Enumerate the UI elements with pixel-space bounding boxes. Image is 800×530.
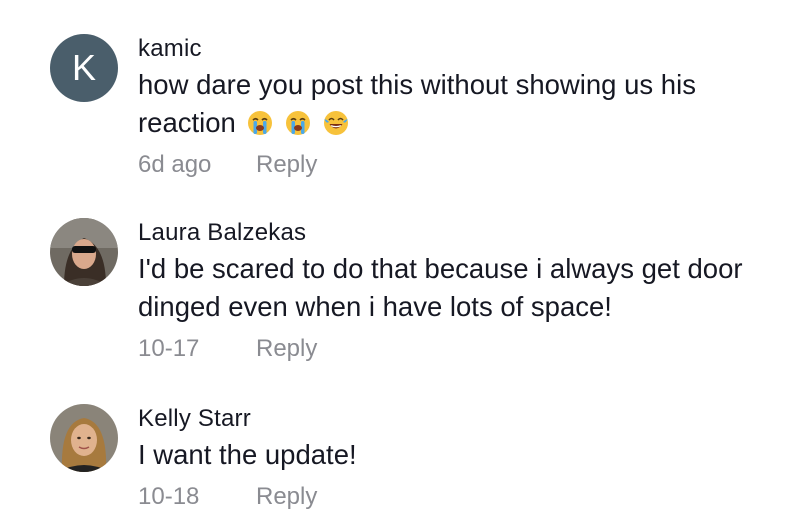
avatar[interactable] <box>50 218 118 286</box>
reply-button[interactable]: Reply <box>256 334 317 364</box>
comment-text-content: how dare you post this without showing u… <box>138 69 696 138</box>
avatar-photo <box>50 404 118 472</box>
reply-button[interactable]: Reply <box>256 482 317 512</box>
loudly-crying-face-emoji-icon <box>286 111 311 135</box>
comment-meta: 6d ago Reply <box>138 150 778 180</box>
face-with-tears-of-joy-emoji-icon <box>323 111 348 135</box>
avatar[interactable]: K <box>50 34 118 102</box>
comment-text: I want the update! <box>138 439 357 470</box>
avatar-letter: K <box>71 47 96 88</box>
comment-text: how dare you post this without showing u… <box>138 66 738 142</box>
reply-button[interactable]: Reply <box>256 150 317 180</box>
comment-username[interactable]: Laura Balzekas <box>138 218 778 248</box>
comment-text: I'd be scared to do that because i alway… <box>138 253 743 322</box>
avatar-photo <box>50 218 118 286</box>
avatar[interactable] <box>50 404 118 472</box>
comment-meta: 10-18 Reply <box>138 482 778 512</box>
comment-meta: 10-17 Reply <box>138 334 778 364</box>
comment-username[interactable]: Kelly Starr <box>138 404 778 434</box>
comment-date: 10-17 <box>138 335 200 362</box>
comment-date: 6d ago <box>138 151 212 178</box>
loudly-crying-face-emoji-icon <box>248 111 273 135</box>
comment-username[interactable]: kamic <box>138 34 778 64</box>
comment-date: 10-18 <box>138 483 200 510</box>
